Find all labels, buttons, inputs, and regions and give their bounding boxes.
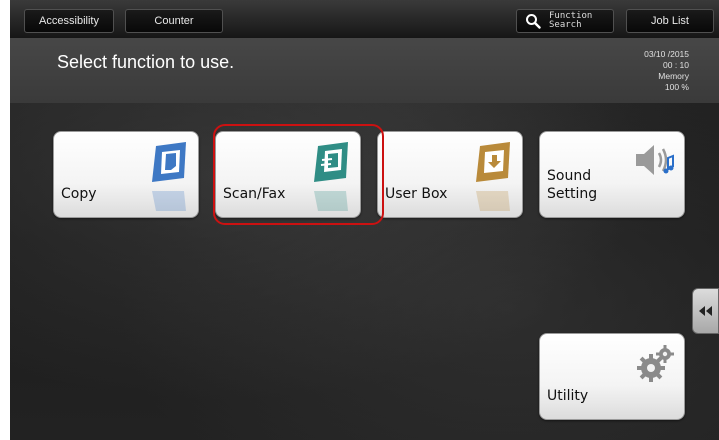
utility-tile[interactable]: Utility bbox=[539, 333, 685, 420]
status-time: 00 : 10 bbox=[663, 60, 689, 70]
copy-icon-reflection bbox=[152, 191, 186, 211]
function-search-label: Function Search bbox=[549, 11, 593, 30]
selection-highlight bbox=[213, 124, 384, 225]
status-memory-label: Memory bbox=[658, 71, 689, 81]
user-box-label: User Box bbox=[385, 186, 448, 202]
counter-button[interactable]: Counter bbox=[125, 9, 223, 33]
copy-icon bbox=[152, 142, 186, 182]
gear-icon bbox=[637, 345, 674, 382]
message-bar: Select function to use. 03/10 /2015 00 :… bbox=[10, 38, 719, 103]
counter-label: Counter bbox=[154, 15, 194, 27]
accessibility-button[interactable]: Accessibility bbox=[24, 9, 114, 33]
job-list-button[interactable]: Job List bbox=[626, 9, 714, 33]
sound-setting-tile[interactable]: Sound Setting bbox=[539, 131, 685, 218]
top-bar: Accessibility Counter Function Search Jo… bbox=[10, 0, 719, 38]
double-chevron-left-icon bbox=[698, 306, 712, 316]
sound-setting-label: Sound Setting bbox=[547, 168, 598, 202]
user-box-icon bbox=[476, 142, 510, 182]
copy-label: Copy bbox=[61, 186, 97, 202]
user-box-tile[interactable]: User Box bbox=[377, 131, 523, 218]
status-panel: 03/10 /2015 00 : 10 Memory 100 % bbox=[644, 49, 689, 93]
status-date: 03/10 /2015 bbox=[644, 49, 689, 59]
search-icon bbox=[526, 14, 541, 29]
speaker-icon bbox=[636, 145, 674, 175]
instruction-message: Select function to use. bbox=[57, 52, 235, 72]
function-search-button[interactable]: Function Search bbox=[516, 9, 614, 33]
accessibility-label: Accessibility bbox=[39, 15, 99, 27]
job-list-label: Job List bbox=[651, 15, 689, 27]
utility-label: Utility bbox=[547, 388, 589, 404]
panel-screen: Accessibility Counter Function Search Jo… bbox=[10, 0, 719, 440]
status-memory-value: 100 % bbox=[664, 82, 689, 92]
side-panel-tab[interactable] bbox=[692, 288, 719, 334]
copy-tile[interactable]: Copy bbox=[53, 131, 199, 218]
user-box-icon-reflection bbox=[476, 191, 510, 211]
